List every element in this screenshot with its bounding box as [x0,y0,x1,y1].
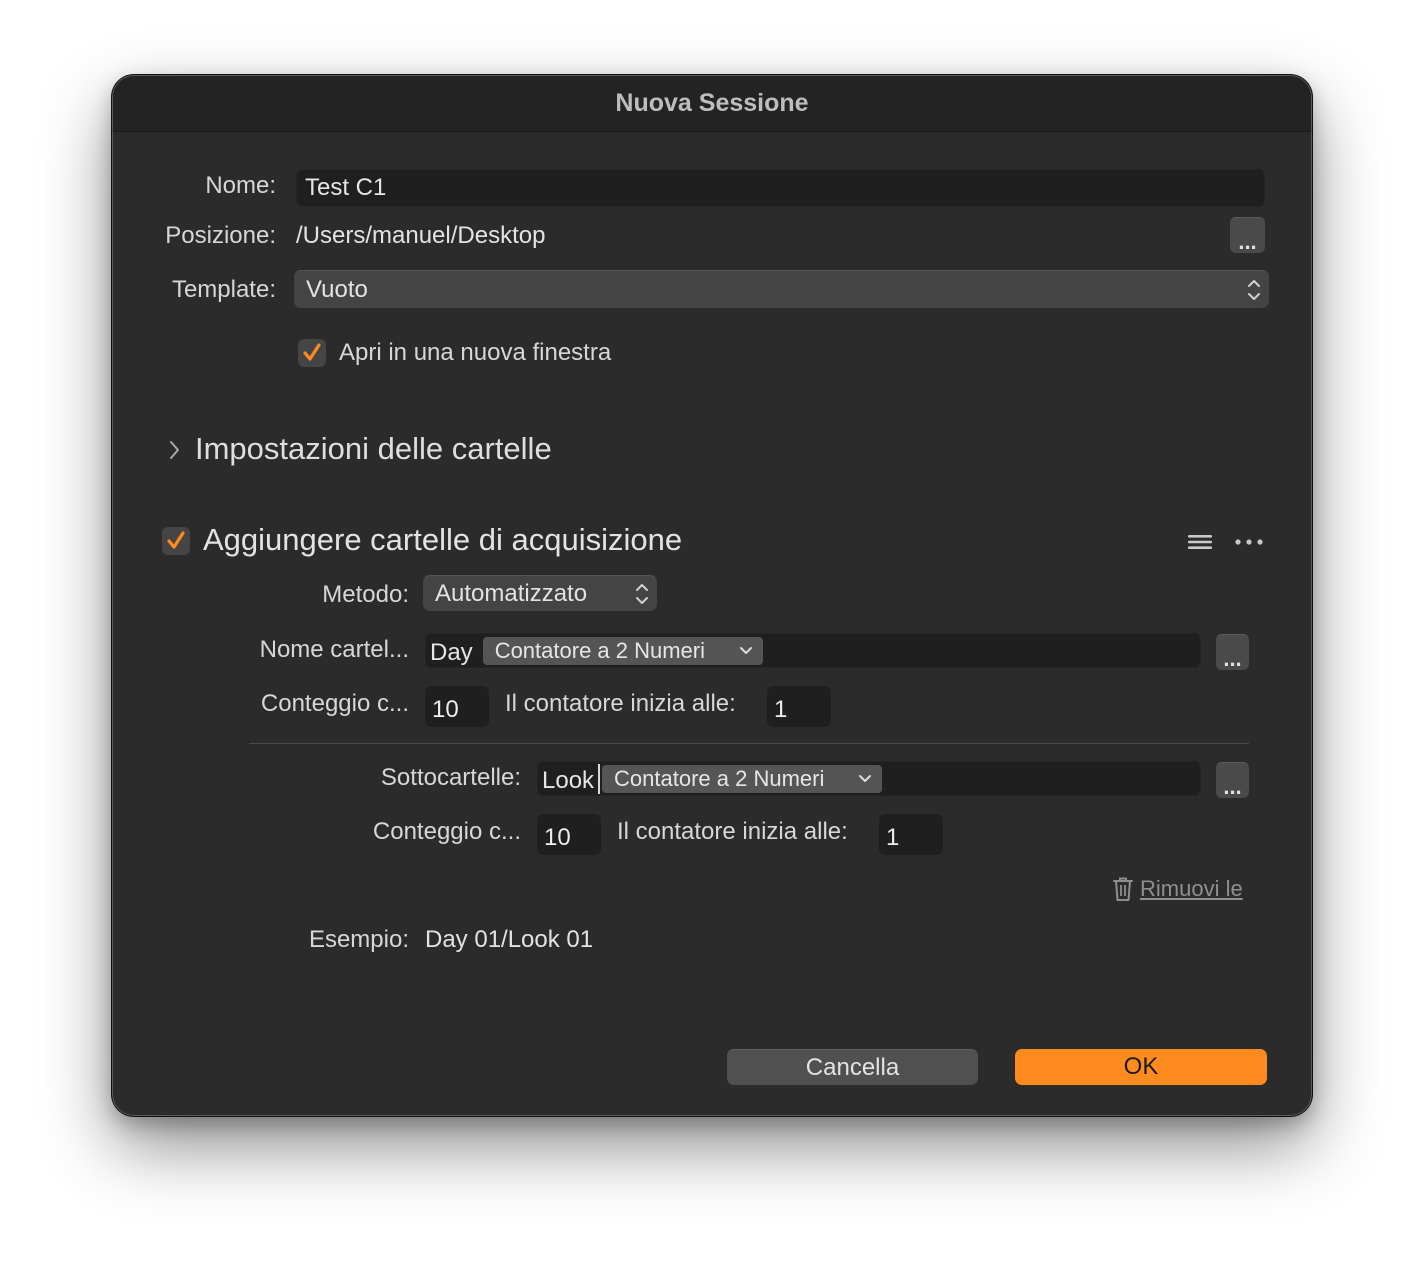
section-divider [249,743,1249,744]
subfolder-browse-button[interactable]: ... [1216,762,1249,798]
example-label: Esempio: [308,926,409,953]
folder-name-field[interactable]: Day Contatore a 2 Numeri [425,633,1201,668]
template-popup[interactable]: Vuoto [294,270,1269,308]
cancel-button[interactable]: Cancella [727,1049,978,1085]
example-value: Day 01/Look 01 [425,926,594,953]
method-popup[interactable]: Automatizzato [423,575,657,611]
counter-start-label: Il contatore inizia alle: [505,690,736,717]
chevron-down-icon [859,774,872,782]
sub-counter-start-label: Il contatore inizia alle: [617,818,848,845]
method-value: Automatizzato [435,579,588,607]
name-label: Nome: [205,172,276,199]
trash-icon [1113,877,1133,901]
capture-folders-title: Aggiungere cartelle di acquisizione [203,522,683,557]
sub-count-field[interactable]: 10 [537,814,601,855]
text-cursor [598,763,601,794]
more-options-icon[interactable] [1234,531,1264,553]
name-field[interactable]: Test C1 [296,169,1265,207]
subfolder-token[interactable]: Contatore a 2 Numeri [602,764,883,793]
open-new-window-label: Apri in una nuova finestra [339,339,612,366]
folder-name-browse-button[interactable]: ... [1216,634,1249,670]
new-session-dialog: Nuova Sessione Nome: Test C1 Posizione: … [112,75,1312,1116]
window-title: Nuova Sessione [615,89,809,117]
up-down-chevron-icon [636,583,648,604]
folder-name-label: Nome cartel... [259,636,409,663]
template-label: Template: [171,276,276,303]
subfolder-token-label: Contatore a 2 Numeri [614,765,825,791]
counter-start-field[interactable]: 1 [767,686,831,727]
up-down-chevron-icon [1248,279,1260,300]
location-label: Posizione: [165,222,276,249]
subfolders-label: Sottocartelle: [380,764,521,791]
capture-folders-checkbox[interactable] [162,527,190,555]
location-path: /Users/manuel/Desktop [296,222,546,249]
count-field[interactable]: 10 [425,686,489,727]
folder-name-token[interactable]: Contatore a 2 Numeri [482,636,763,665]
list-menu-icon[interactable] [1187,531,1213,553]
folder-name-token-label: Contatore a 2 Numeri [494,637,706,663]
checkmark-icon [303,343,321,361]
open-new-window-checkbox[interactable] [298,339,326,367]
chevron-down-icon [739,646,752,654]
title-bar: Nuova Sessione [113,76,1311,132]
remove-level-label: Rimuovi le [1140,876,1243,901]
count-label: Conteggio c... [260,690,409,717]
ok-button[interactable]: OK [1015,1049,1267,1085]
subfolder-name-field[interactable]: Look Contatore a 2 Numeri [537,761,1201,796]
folder-name-prefix: Day [430,638,473,666]
subfolder-prefix: Look [542,766,595,794]
checkmark-icon [167,531,185,549]
sub-count-label: Conteggio c... [372,818,521,845]
template-value: Vuoto [306,275,368,303]
sub-counter-start-field[interactable]: 1 [879,814,943,855]
method-label: Metodo: [322,581,409,608]
folder-settings-title[interactable]: Impostazioni delle cartelle [195,431,552,467]
remove-level-link[interactable]: Rimuovi le [1111,876,1243,902]
location-browse-button[interactable]: ... [1230,217,1265,253]
disclosure-chevron-icon[interactable] [165,437,185,463]
